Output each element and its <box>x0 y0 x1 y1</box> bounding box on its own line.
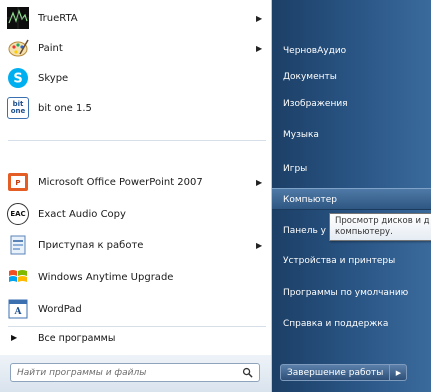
all-programs-button[interactable]: ▶ Все программы <box>0 330 271 348</box>
separator <box>8 326 266 327</box>
program-label: bit one 1.5 <box>38 102 92 114</box>
chevron-right-icon: ▶ <box>395 368 402 377</box>
program-item-paint[interactable]: Paint ▶ <box>0 32 271 64</box>
separator <box>8 140 266 141</box>
paint-icon <box>7 37 29 59</box>
program-label: Paint <box>38 42 63 54</box>
program-label: Exact Audio Copy <box>38 208 126 220</box>
program-label: Skype <box>38 72 69 84</box>
program-item-bit-one[interactable]: bit one bit one 1.5 <box>0 92 271 124</box>
shutdown-options-button[interactable]: ▶ <box>390 364 408 381</box>
skype-icon: S <box>7 67 29 89</box>
eac-icon-text: EAC <box>10 210 26 218</box>
place-label: Справка и поддержка <box>283 319 389 329</box>
place-label: ЧерновАудио <box>283 46 347 56</box>
all-programs-label: Все программы <box>38 333 116 344</box>
powerpoint-icon: P <box>7 171 29 193</box>
program-item-truerta[interactable]: TrueRTA ▶ <box>0 2 271 34</box>
windows-flag-icon <box>7 266 29 288</box>
program-item-getting-started[interactable]: Приступая к работе ▶ <box>0 229 271 261</box>
program-item-powerpoint[interactable]: P Microsoft Office PowerPoint 2007 ▶ <box>0 166 271 198</box>
place-link-devices-printers[interactable]: Устройства и принтеры <box>272 250 431 272</box>
search-icon[interactable] <box>242 367 253 378</box>
bitone-icon-text: bit one <box>10 100 26 115</box>
program-label: WordPad <box>38 303 82 315</box>
place-link-chernovaudio[interactable]: ЧерновАудио <box>272 40 431 62</box>
place-label: Устройства и принтеры <box>283 256 396 266</box>
place-label: Документы <box>283 72 337 82</box>
place-label: Программы по умолчанию <box>283 288 409 298</box>
place-label: Игры <box>283 164 308 174</box>
place-label: Изображения <box>283 99 348 109</box>
place-link-default-programs[interactable]: Программы по умолчанию <box>272 282 431 304</box>
submenu-arrow-icon[interactable]: ▶ <box>256 44 262 53</box>
place-link-help-support[interactable]: Справка и поддержка <box>272 313 431 335</box>
program-item-exact-audio-copy[interactable]: EAC Exact Audio Copy <box>0 198 271 230</box>
program-item-windows-anytime-upgrade[interactable]: Windows Anytime Upgrade <box>0 261 271 293</box>
submenu-arrow-icon[interactable]: ▶ <box>256 14 262 23</box>
getting-started-icon <box>7 234 29 256</box>
places-pane: ЧерновАудио Документы Изображения Музыка… <box>272 0 431 392</box>
program-label: Приступая к работе <box>38 239 144 251</box>
place-link-games[interactable]: Игры <box>272 158 431 180</box>
tooltip-line: компьютеру. <box>335 227 393 237</box>
place-label: Компьютер <box>283 195 337 205</box>
program-label: Microsoft Office PowerPoint 2007 <box>38 176 203 188</box>
svg-text:P: P <box>15 179 20 187</box>
shutdown-group: Завершение работы ▶ <box>280 364 408 381</box>
submenu-arrow-icon[interactable]: ▶ <box>256 241 262 250</box>
start-menu: TrueRTA ▶ Paint ▶ S Skype bit one bit on… <box>0 0 431 392</box>
tooltip: Просмотр дисков и д компьютеру. <box>329 213 431 241</box>
place-link-documents[interactable]: Документы <box>272 66 431 88</box>
place-link-pictures[interactable]: Изображения <box>272 93 431 115</box>
search-box[interactable] <box>10 363 260 382</box>
place-label: Музыка <box>283 130 319 140</box>
shutdown-button[interactable]: Завершение работы <box>280 364 391 381</box>
search-area <box>0 355 271 392</box>
program-item-wordpad[interactable]: A WordPad <box>0 293 271 325</box>
search-input[interactable] <box>17 366 227 379</box>
place-link-computer[interactable]: Компьютер <box>272 188 431 210</box>
bitone-icon: bit one <box>7 97 29 119</box>
program-label: TrueRTA <box>38 12 78 24</box>
program-label: Windows Anytime Upgrade <box>38 271 174 283</box>
eac-icon: EAC <box>7 203 29 225</box>
submenu-arrow-icon[interactable]: ▶ <box>256 178 262 187</box>
svg-text:A: A <box>14 307 23 317</box>
all-programs-arrow-icon: ▶ <box>11 333 18 342</box>
place-link-music[interactable]: Музыка <box>272 124 431 146</box>
place-label: Панель у <box>283 226 326 236</box>
tooltip-line: Просмотр дисков и д <box>335 216 430 226</box>
program-item-skype[interactable]: S Skype <box>0 62 271 94</box>
programs-pane: TrueRTA ▶ Paint ▶ S Skype bit one bit on… <box>0 0 272 392</box>
wordpad-icon: A <box>7 298 29 320</box>
svg-text:S: S <box>13 72 22 87</box>
truerta-icon <box>7 7 29 29</box>
